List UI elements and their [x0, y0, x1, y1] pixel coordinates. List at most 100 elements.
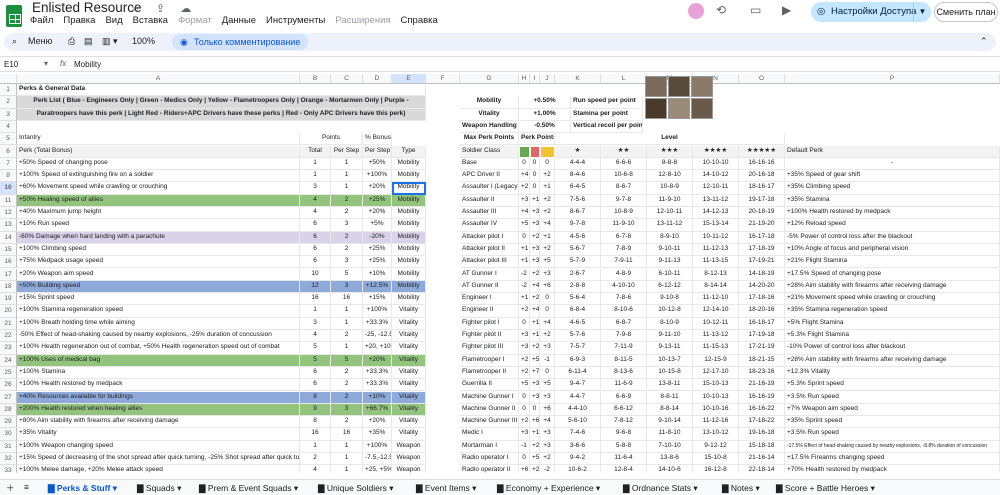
weapon-points[interactable]: +2 — [540, 243, 555, 257]
default-perk[interactable]: +35% Climbing speed — [785, 182, 1000, 195]
perk-step[interactable]: 2 — [331, 231, 363, 244]
vitality-points[interactable]: +1 — [530, 330, 540, 343]
star-level-header[interactable]: ★★★★★ — [739, 145, 785, 158]
weapon-points[interactable]: +1 — [540, 231, 555, 244]
row-header[interactable]: 4 — [0, 120, 17, 134]
class-name[interactable]: AT Gunner II — [460, 280, 519, 294]
mobility-points[interactable]: +5 — [519, 379, 530, 392]
perk-name[interactable]: +100% Uses of medical bag — [17, 354, 300, 367]
mobility-points[interactable]: +1 — [519, 256, 530, 269]
level-value[interactable]: 2-8-8 — [555, 280, 601, 294]
row-header[interactable]: 32 — [0, 453, 17, 466]
weapon-points[interactable]: -1 — [540, 354, 555, 367]
perk-type[interactable]: Mobility — [392, 157, 426, 171]
level-value[interactable]: 9-11-10 — [647, 330, 693, 343]
level-value[interactable]: 8-10-6 — [601, 305, 647, 318]
column-header[interactable]: J — [540, 74, 555, 84]
perk-pct[interactable]: +66.7% — [363, 403, 392, 417]
perk-total[interactable]: 6 — [300, 243, 331, 257]
filter-view-icon[interactable]: ▥ ▾ — [102, 36, 118, 47]
perk-pct[interactable]: +35% — [363, 428, 392, 441]
mobility-points[interactable]: +1 — [519, 293, 530, 306]
level-value[interactable]: 12-8-10 — [647, 170, 693, 183]
level-value[interactable]: 9-4-2 — [555, 453, 601, 466]
level-value[interactable]: 18-21-15 — [739, 354, 785, 367]
default-perk[interactable]: -5% Power of control loss after the blac… — [785, 231, 1000, 244]
weapon-points[interactable]: +2 — [540, 453, 555, 466]
level-value[interactable]: 4-4-10 — [555, 403, 601, 417]
perk-type[interactable]: Weapon — [392, 440, 426, 453]
class-name[interactable]: AT Gunner I — [460, 268, 519, 281]
level-value[interactable]: 6-9-3 — [555, 354, 601, 367]
perk-total[interactable]: 1 — [300, 305, 331, 318]
paint-format-icon[interactable]: ▤ — [84, 36, 93, 47]
level-value[interactable]: 10-10-10 — [693, 157, 739, 171]
class-name[interactable]: Attacker pilot III — [460, 256, 519, 269]
perk-total[interactable]: 2 — [300, 453, 331, 466]
default-perk[interactable]: - — [785, 157, 1000, 171]
level-value[interactable]: 15-10-8 — [693, 453, 739, 466]
vitality-points[interactable]: +3 — [530, 379, 540, 392]
level-value[interactable]: 11-15-13 — [693, 342, 739, 355]
perk-pct[interactable]: +100% — [363, 440, 392, 453]
class-name[interactable]: Assaulter II — [460, 194, 519, 207]
level-value[interactable]: 20-16-18 — [739, 170, 785, 183]
total-header[interactable]: Total — [300, 145, 331, 158]
perk-pct[interactable]: +25% — [363, 194, 392, 207]
perk-type[interactable]: Vitality — [392, 379, 426, 392]
perk-type[interactable]: Mobility — [392, 293, 426, 306]
level-value[interactable]: 10-8-9 — [601, 207, 647, 220]
history-icon[interactable]: ⟲ — [716, 3, 726, 17]
mobility-points[interactable]: +3 — [519, 194, 530, 207]
level-value[interactable]: 9-10-14 — [647, 416, 693, 429]
star-level-header[interactable]: ★★★ — [647, 145, 693, 158]
perk-total[interactable]: 3 — [300, 317, 331, 330]
pstep-header[interactable]: Per Step — [363, 145, 392, 158]
level-value[interactable]: 16-17-18 — [739, 231, 785, 244]
perk-step[interactable]: 1 — [331, 170, 363, 183]
perk-step[interactable]: 16 — [331, 428, 363, 441]
row-header[interactable]: 31 — [0, 440, 17, 453]
weapon-points[interactable]: +2 — [540, 330, 555, 343]
level-value[interactable]: 19-16-18 — [739, 428, 785, 441]
class-name[interactable]: Assaulter III — [460, 207, 519, 220]
default-perk[interactable]: +5.3% Sprint speed — [785, 379, 1000, 392]
perk-name[interactable]: +100% Stamina — [17, 366, 300, 380]
level-value[interactable]: 14-18-19 — [739, 268, 785, 281]
level-value[interactable]: 8-6-7 — [555, 207, 601, 220]
menu-item[interactable]: Вид — [105, 15, 122, 26]
class-name[interactable]: Mortarman I — [460, 440, 519, 453]
spreadsheet-grid[interactable]: ABCDEFGHIJKLMNOP123456781011121314151617… — [0, 74, 1000, 473]
perk-name[interactable]: +35% Vitality — [17, 428, 300, 441]
weapon-points[interactable]: +2 — [540, 207, 555, 220]
perk-name[interactable]: -50% Effect of head-shaking caused by ne… — [17, 330, 300, 343]
mobility-points[interactable]: +2 — [519, 182, 530, 195]
row-header[interactable]: 14 — [0, 231, 17, 244]
level-value[interactable]: 17-18-22 — [739, 416, 785, 429]
row-header[interactable]: 10 — [0, 182, 17, 195]
perk-step[interactable]: 1 — [331, 157, 363, 171]
print-icon[interactable]: ⎙ — [68, 36, 75, 47]
weapon-points[interactable]: +1 — [540, 182, 555, 195]
weapon-points[interactable]: +6 — [540, 280, 555, 294]
level-value[interactable]: 11-12-10 — [693, 293, 739, 306]
level-value[interactable]: 7-9-11 — [601, 256, 647, 269]
class-name[interactable]: Fighter pilot II — [460, 330, 519, 343]
level-value[interactable]: 16-16-22 — [739, 403, 785, 417]
perk-name[interactable]: +200% Health restored when healing allie… — [17, 403, 300, 417]
class-name[interactable]: APC Driver II — [460, 170, 519, 183]
vitality-points[interactable]: 0 — [530, 403, 540, 417]
level-value[interactable]: 4-4-4 — [555, 157, 601, 171]
perk-name[interactable]: +15% Sprint speed — [17, 293, 300, 306]
default-perk[interactable]: +5% Flight Stamina — [785, 317, 1000, 330]
level-value[interactable]: 16-16-19 — [739, 391, 785, 404]
level-value[interactable]: 10-6-8 — [601, 170, 647, 183]
level-value[interactable]: 11-6-4 — [601, 453, 647, 466]
level-value[interactable]: 7-8-6 — [601, 293, 647, 306]
vitality-points[interactable]: 0 — [530, 182, 540, 195]
weapon-points[interactable]: +2 — [540, 170, 555, 183]
perk-total[interactable]: 10 — [300, 268, 331, 281]
mobility-points[interactable]: -1 — [519, 440, 530, 453]
default-perk[interactable]: +35% Speed of gear shift — [785, 170, 1000, 183]
star-level-header[interactable]: ★★★★ — [693, 145, 739, 158]
